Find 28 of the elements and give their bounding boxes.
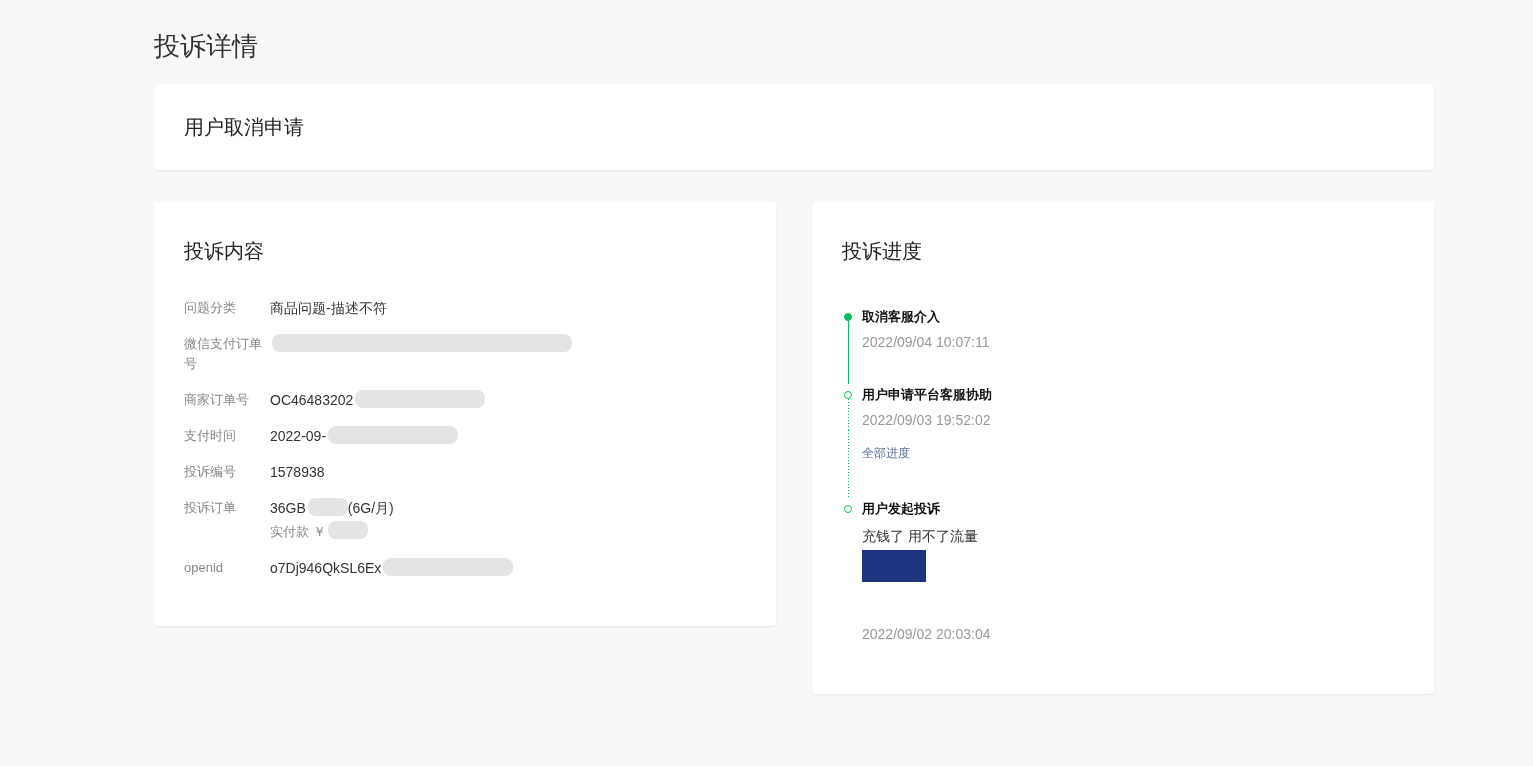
field-label: 支付时间 <box>184 427 237 445</box>
field-value: o7Dj946QkSL6Ex <box>270 559 382 578</box>
field-label: 商家订单号 <box>184 391 250 409</box>
field-value: 36GB <box>270 499 306 518</box>
page-title: 投诉详情 <box>154 30 259 63</box>
event-time: 2022/09/04 10:07:11 <box>862 333 990 352</box>
field-label: 投诉编号 <box>184 463 237 481</box>
field-label: 投诉订单 <box>184 499 237 517</box>
field-label: openid <box>184 559 225 577</box>
paid-amount: 实付款 ￥ <box>270 523 326 541</box>
card-title: 投诉内容 <box>184 239 265 264</box>
event-title: 用户申请平台客服协助 <box>862 386 992 404</box>
event-time: 2022/09/03 19:52:02 <box>862 411 992 430</box>
event-time: 2022/09/02 20:03:04 <box>862 625 991 644</box>
event-title: 用户发起投诉 <box>862 500 941 518</box>
event-note: 充钱了 用不了流量 <box>862 527 979 546</box>
field-label: 微信支付订单号 <box>184 335 263 373</box>
event-title: 取消客服介入 <box>862 308 941 326</box>
field-value: OC46483202 <box>270 391 354 410</box>
field-value: 商品问题-描述不符 <box>270 299 387 318</box>
redacted-block <box>327 521 368 539</box>
all-progress-link[interactable]: 全部进度 <box>862 444 910 462</box>
status-title: 用户取消申请 <box>184 115 305 140</box>
field-value: (6G/月) <box>347 499 394 518</box>
field-label: 问题分类 <box>184 299 237 317</box>
card-title: 投诉进度 <box>842 239 923 264</box>
field-value: 1578938 <box>270 463 325 482</box>
field-value: 2022-09- <box>270 427 327 446</box>
